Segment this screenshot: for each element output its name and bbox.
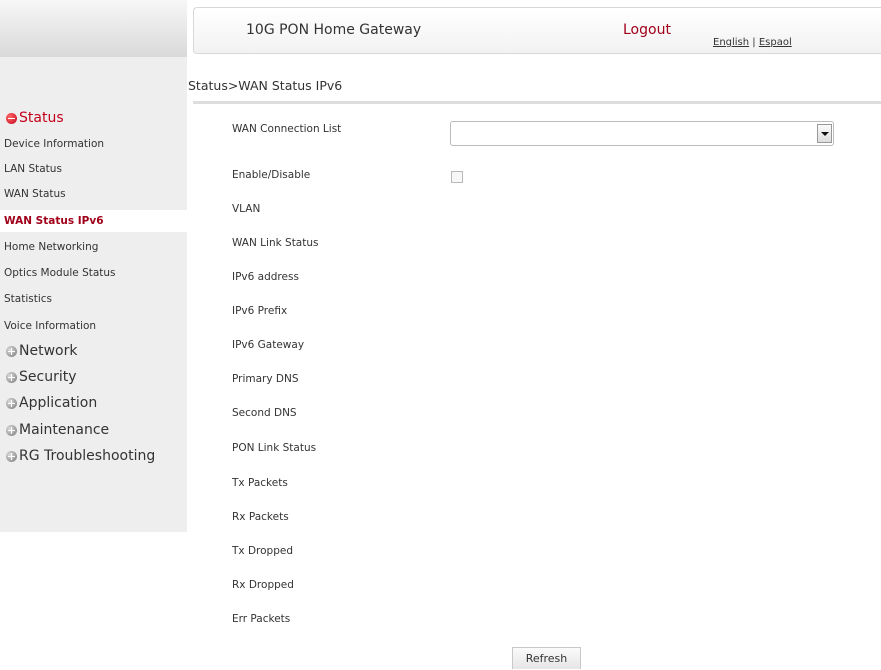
rx-dropped-label: Rx Dropped <box>232 579 294 591</box>
ipv6-gateway-label: IPv6 Gateway <box>232 339 305 351</box>
refresh-button[interactable]: Refresh <box>512 647 581 669</box>
chevron-down-icon <box>817 124 832 143</box>
logout-link[interactable]: Logout <box>623 22 671 38</box>
sidebar-group-label: Network <box>19 343 78 359</box>
sidebar-group-application[interactable]: Application <box>6 393 97 413</box>
header-bar: 10G PON Home Gateway Logout English | Es… <box>193 7 881 54</box>
enable-disable-label: Enable/Disable <box>232 169 311 181</box>
second-dns-label: Second DNS <box>232 407 297 419</box>
expand-icon <box>6 450 17 462</box>
language-spanish-link[interactable]: Espaol <box>759 37 792 48</box>
sidebar-group-label: Maintenance <box>19 422 110 438</box>
sidebar-item-wan-status-ipv6[interactable]: WAN Status IPv6 <box>0 210 187 232</box>
breadcrumb: Status>WAN Status IPv6 <box>188 78 343 93</box>
ipv6-prefix-label: IPv6 Prefix <box>232 305 288 317</box>
collapse-icon <box>6 112 17 124</box>
expand-icon <box>6 371 17 383</box>
tx-packets-label: Tx Packets <box>232 477 288 489</box>
expand-icon <box>6 345 17 357</box>
vlan-label: VLAN <box>232 203 261 215</box>
err-packets-label: Err Packets <box>232 613 291 625</box>
sidebar-item-home-networking[interactable]: Home Networking <box>0 236 187 258</box>
sidebar-group-label: Application <box>19 395 98 411</box>
pon-link-status-label: PON Link Status <box>232 442 317 454</box>
expand-icon <box>6 397 17 409</box>
sidebar-group-label: RG Troubleshooting <box>19 448 156 464</box>
sidebar-group-label: Security <box>19 369 77 385</box>
app-title: 10G PON Home Gateway <box>246 22 422 38</box>
sidebar-group-rg-troubleshooting[interactable]: RG Troubleshooting <box>6 446 155 466</box>
language-english-link[interactable]: English <box>713 37 749 48</box>
sidebar-item-lan-status[interactable]: LAN Status <box>0 158 187 180</box>
language-separator: | <box>749 37 759 48</box>
enable-disable-checkbox[interactable] <box>451 171 463 183</box>
sidebar-item-optics-module-status[interactable]: Optics Module Status <box>0 262 187 284</box>
wan-connection-list-label: WAN Connection List <box>232 123 342 135</box>
sidebar-item-voice-information[interactable]: Voice Information <box>0 315 187 337</box>
rx-packets-label: Rx Packets <box>232 511 289 523</box>
sidebar-item-device-information[interactable]: Device Information <box>0 133 187 155</box>
content-divider <box>193 101 881 104</box>
expand-icon <box>6 424 17 436</box>
sidebar-item-statistics[interactable]: Statistics <box>0 288 187 310</box>
ipv6-address-label: IPv6 address <box>232 271 299 283</box>
sidebar-group-network[interactable]: Network <box>6 341 77 361</box>
wan-connection-list-select[interactable] <box>450 121 834 146</box>
sidebar-group-label: Status <box>19 110 64 126</box>
language-switcher: English | Espaol <box>713 37 792 48</box>
primary-dns-label: Primary DNS <box>232 373 299 385</box>
wan-link-status-label: WAN Link Status <box>232 237 319 249</box>
tx-dropped-label: Tx Dropped <box>232 545 294 557</box>
sidebar-group-status[interactable]: Status <box>6 108 64 128</box>
sidebar-header <box>0 0 187 57</box>
sidebar-item-wan-status[interactable]: WAN Status <box>0 183 187 205</box>
sidebar-group-maintenance[interactable]: Maintenance <box>6 420 109 440</box>
sidebar-group-security[interactable]: Security <box>6 367 77 387</box>
